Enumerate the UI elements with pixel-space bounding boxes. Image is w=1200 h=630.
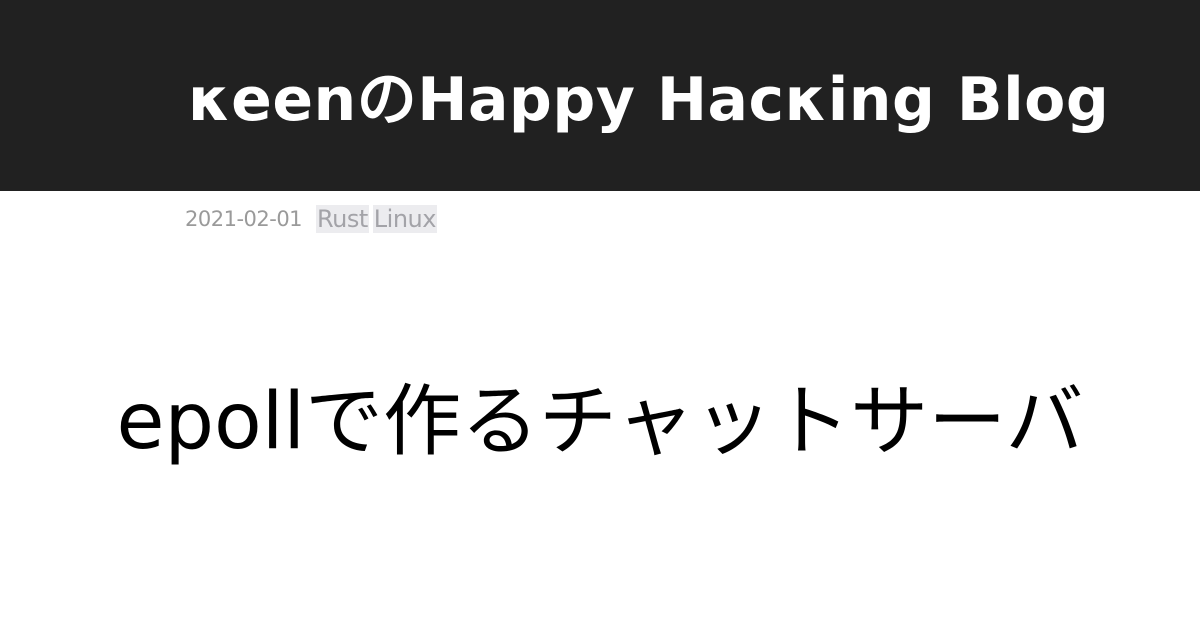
post-meta: 2021-02-01 Rust Linux <box>185 205 437 233</box>
site-header: κeenのHappy Hacκing Blog <box>0 0 1200 191</box>
post-title[interactable]: epollで作るチャットサーバ <box>0 372 1200 472</box>
post-date: 2021-02-01 <box>185 207 303 231</box>
tag-rust[interactable]: Rust <box>316 205 369 233</box>
og-card: κeenのHappy Hacκing Blog 2021-02-01 Rust … <box>0 0 1200 630</box>
blog-title[interactable]: κeenのHappy Hacκing Blog <box>188 64 1109 136</box>
tag-list: Rust Linux <box>316 205 437 233</box>
tag-linux[interactable]: Linux <box>372 205 437 233</box>
